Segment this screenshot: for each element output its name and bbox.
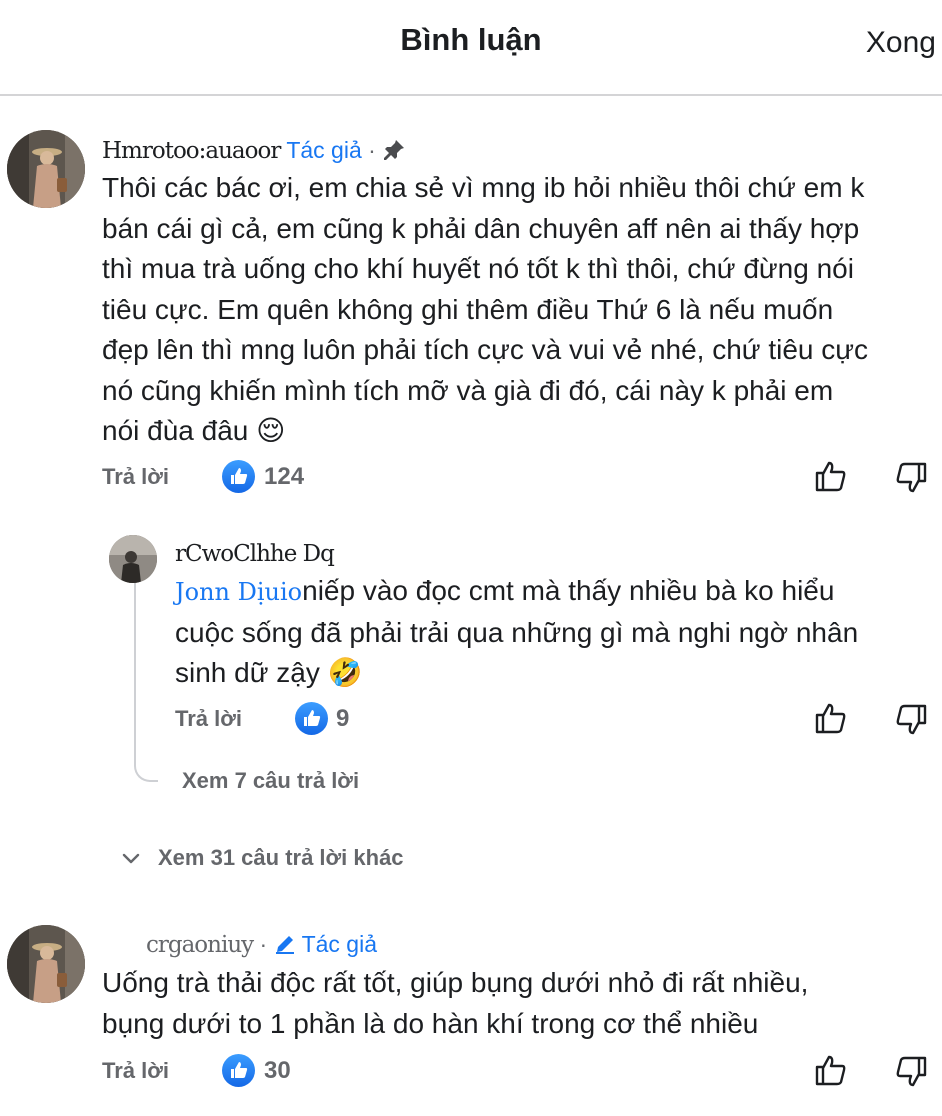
comment-text: Uống trà thải độc rất tốt, giúp bụng dướ… <box>102 967 809 1039</box>
author-badge: Tác giả <box>286 137 362 163</box>
like-count[interactable]: 9 <box>336 705 349 733</box>
comment-author[interactable]: Hmrotoo:auaoor Tác giả · <box>102 137 406 164</box>
reply-button[interactable]: Trả lời <box>102 464 169 490</box>
more-replies-link[interactable]: Xem 31 câu trả lời khác <box>158 845 404 871</box>
comment-author[interactable]: crgaoniuy · Tác giả <box>146 931 377 958</box>
separator: · <box>259 931 268 957</box>
chevron-down-icon[interactable] <box>120 848 142 870</box>
pin-icon <box>384 140 405 160</box>
like-count[interactable]: 30 <box>264 1057 291 1085</box>
avatar[interactable] <box>7 925 85 1003</box>
like-reaction-icon[interactable] <box>295 702 328 735</box>
thumbs-down-icon[interactable] <box>894 1055 928 1089</box>
comment-text: Thôi các bác ơi, em chia sẻ vì mng ib hỏ… <box>102 172 868 446</box>
thumbs-down-icon[interactable] <box>894 461 928 495</box>
avatar[interactable] <box>109 535 157 583</box>
thumbs-down-icon[interactable] <box>894 703 928 737</box>
thumbs-up-icon[interactable] <box>814 701 848 735</box>
comment-author[interactable]: rCwoClhhe Dq <box>175 540 335 567</box>
separator: · <box>368 137 376 163</box>
view-replies-link[interactable]: Xem 7 câu trả lời <box>182 768 359 794</box>
thread-line-curve <box>134 730 158 782</box>
author-badge: Tác giả <box>301 931 378 957</box>
reply-button[interactable]: Trả lời <box>102 1058 169 1084</box>
author-name[interactable]: Hmrotoo:auaoor <box>102 138 281 164</box>
mention-link[interactable]: Jonn Dịuio <box>175 578 302 606</box>
like-reaction-icon[interactable] <box>222 1054 255 1087</box>
like-reaction-icon[interactable] <box>222 460 255 493</box>
author-name[interactable]: crgaoniuy <box>146 932 254 958</box>
comments-header: Bình luận Xong <box>0 0 942 96</box>
thumbs-up-icon[interactable] <box>814 1053 848 1087</box>
avatar[interactable] <box>7 130 85 208</box>
thumbs-up-icon[interactable] <box>814 459 848 493</box>
thread-line <box>134 582 136 732</box>
pencil-icon <box>275 936 294 954</box>
reply-button[interactable]: Trả lời <box>175 706 242 732</box>
comment-text: Jonn Dịuioniếp vào đọc cmt mà thấy nhiều… <box>175 575 859 688</box>
author-name[interactable]: rCwoClhhe Dq <box>175 541 335 567</box>
done-button[interactable]: Xong <box>866 26 936 60</box>
page-title: Bình luận <box>400 22 542 57</box>
like-count[interactable]: 124 <box>264 463 304 491</box>
